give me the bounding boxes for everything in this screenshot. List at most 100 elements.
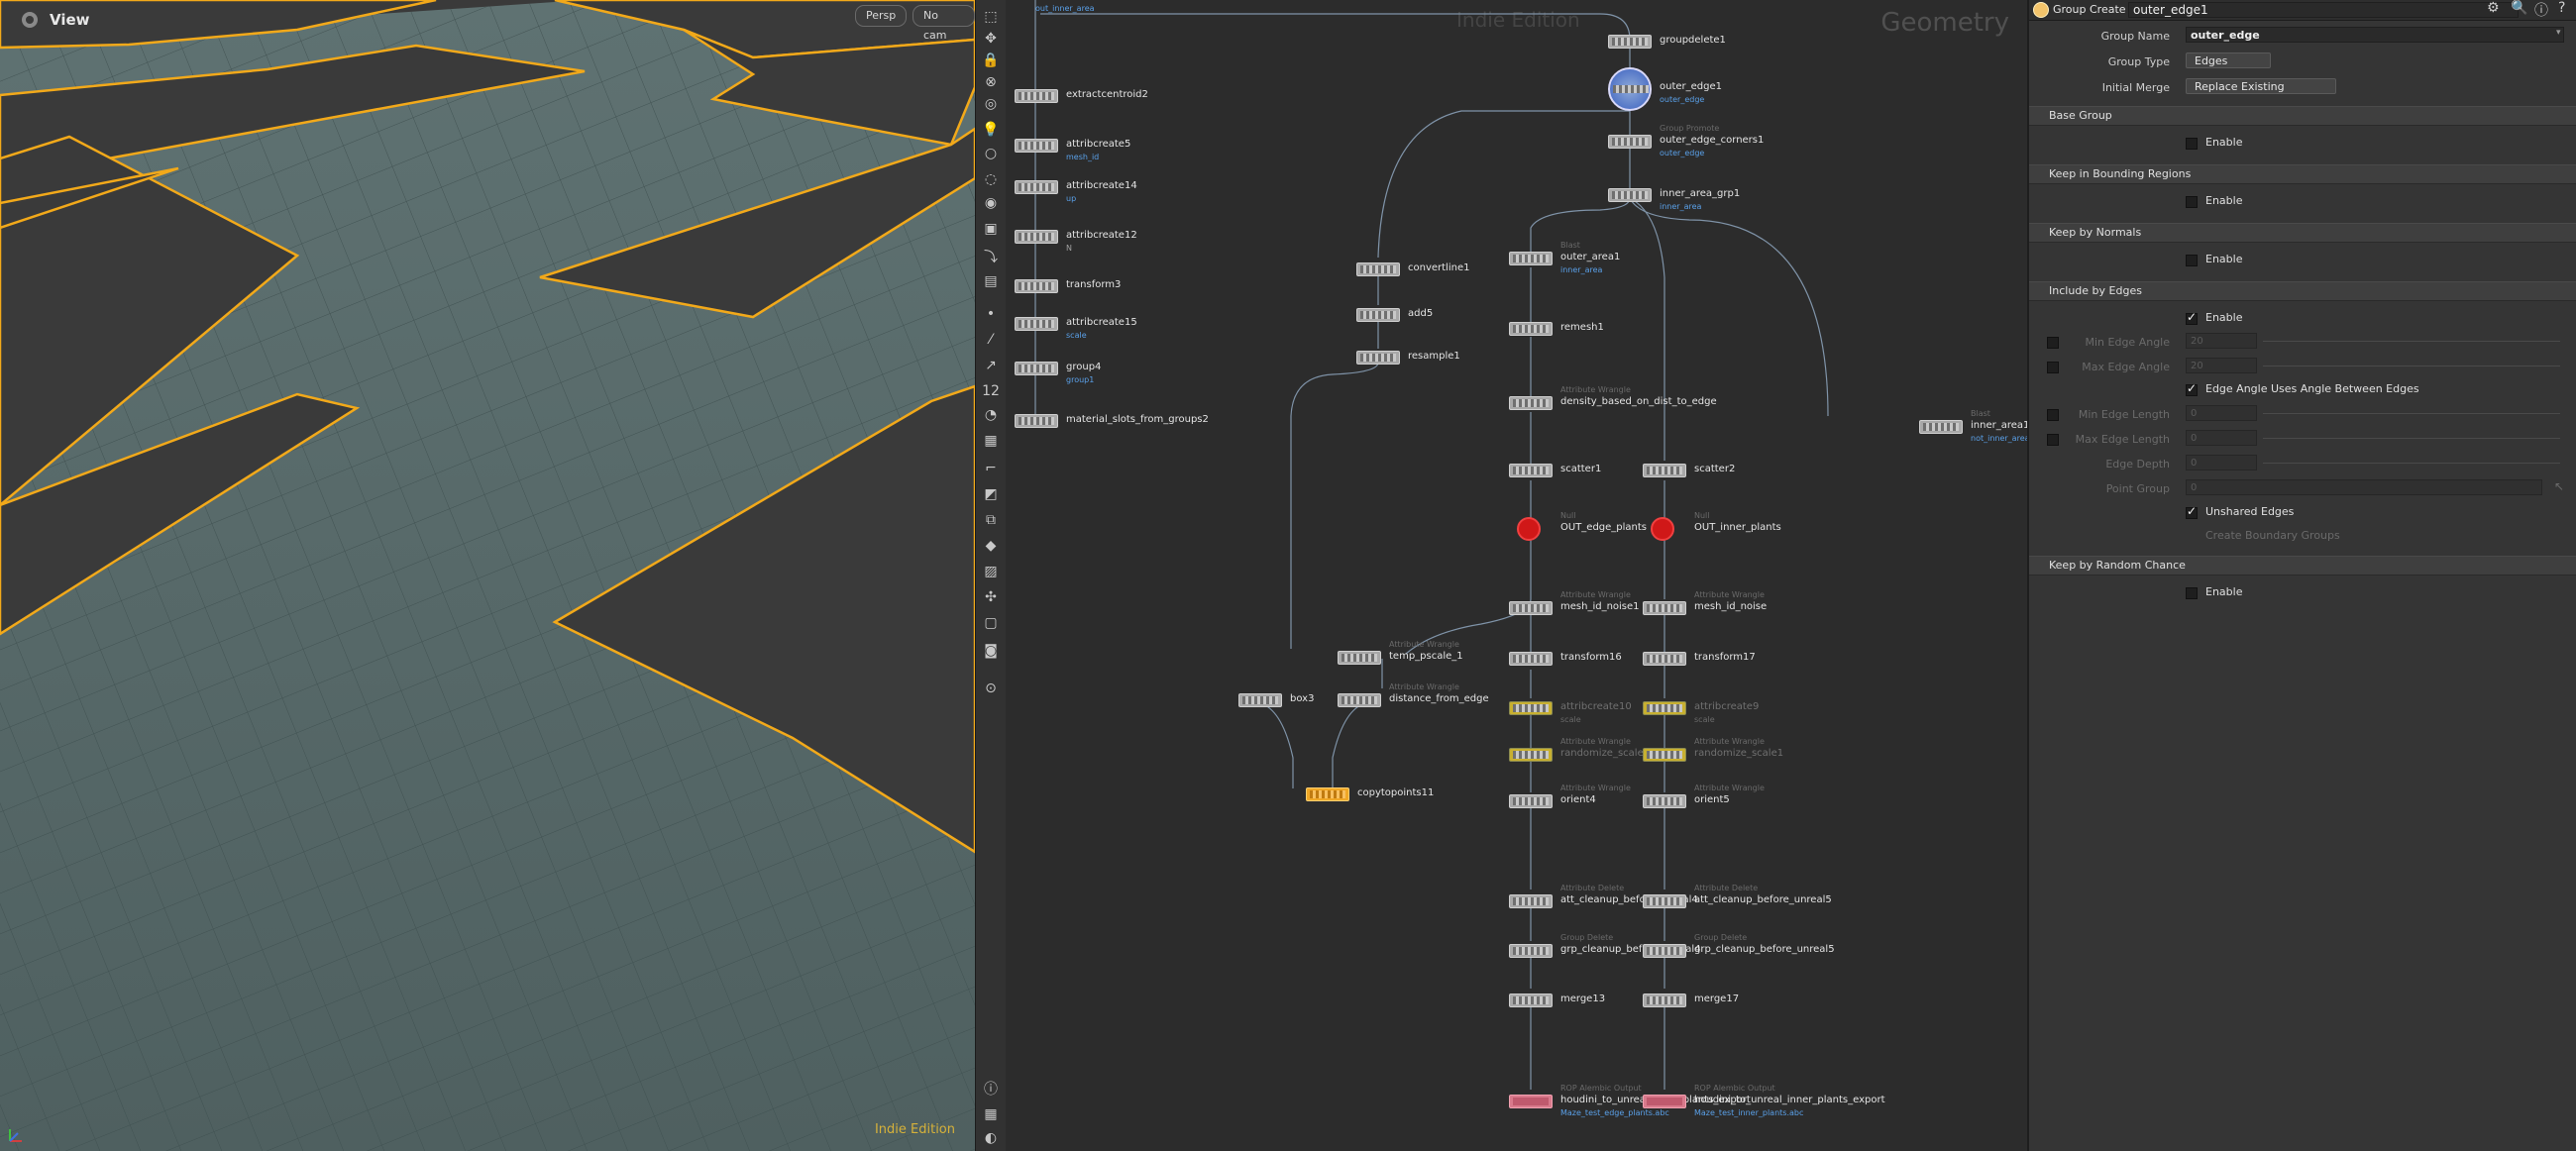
initial-merge-select[interactable]: Replace Existing [2186, 78, 2336, 94]
max-edge-angle-field[interactable]: 20 [2186, 358, 2257, 373]
node-body[interactable] [1356, 308, 1400, 322]
vector-display-icon[interactable]: ↗ [981, 357, 1001, 374]
camera-icon[interactable]: ▤ [981, 272, 1001, 290]
geometry-display-icon[interactable]: ◆ [981, 537, 1001, 555]
shading-icon[interactable]: ▣ [981, 220, 1001, 238]
node-body[interactable] [1509, 748, 1553, 762]
unshared-edges-checkbox[interactable] [2186, 504, 2198, 519]
info-icon[interactable]: ⓘ [981, 1080, 1001, 1098]
min-edge-length-slider[interactable] [2263, 413, 2560, 414]
node-body[interactable] [1338, 651, 1381, 665]
node-body[interactable] [1356, 351, 1400, 365]
help-icon[interactable]: ⓘ [2534, 0, 2548, 20]
folder-keep-random[interactable]: Keep by Random Chance [2029, 556, 2576, 576]
group-type-select[interactable]: Edges [2186, 52, 2271, 68]
bulb-icon[interactable]: 💡 [981, 121, 1001, 139]
node-body[interactable] [1509, 322, 1553, 336]
folder-include-edges[interactable]: Include by Edges [2029, 281, 2576, 301]
render-region-icon[interactable]: ⊙ [981, 680, 1001, 697]
node-body[interactable] [1509, 1095, 1553, 1108]
flipbook-icon[interactable]: ◙ [981, 642, 1001, 660]
node-body[interactable] [1015, 139, 1058, 153]
magnet-icon[interactable]: ⊗ [981, 73, 1001, 91]
null-node-icon[interactable] [1517, 517, 1541, 541]
node-body[interactable] [1643, 1095, 1686, 1108]
folder-keep-bounding[interactable]: Keep in Bounding Regions [2029, 164, 2576, 184]
edge-depth-slider[interactable] [2263, 463, 2560, 464]
folder-base-group[interactable]: Base Group [2029, 106, 2576, 126]
node-name-field[interactable]: outer_edge1 [2128, 2, 2519, 18]
image-display-icon[interactable]: ▨ [981, 563, 1001, 580]
point-group-field[interactable]: 0 [2186, 479, 2542, 495]
visibility-icon[interactable]: ◔ [981, 406, 1001, 424]
node-body[interactable] [1643, 944, 1686, 958]
snap-icon[interactable]: ✥ [981, 30, 1001, 48]
gear-icon[interactable]: ⚙ [2487, 0, 2500, 16]
min-edge-length-field[interactable]: 0 [2186, 405, 2257, 421]
base-group-enable-checkbox[interactable] [2186, 138, 2198, 150]
node-body[interactable] [1509, 894, 1553, 908]
node-body[interactable] [1238, 693, 1282, 707]
node-body[interactable] [1306, 787, 1349, 801]
node-body[interactable] [1919, 420, 1963, 434]
camera-mode-button[interactable]: Persp [855, 5, 908, 27]
search-icon[interactable]: 🔍 [2511, 0, 2527, 16]
spot-light-icon[interactable]: ◉ [981, 194, 1001, 212]
keep-random-enable-checkbox[interactable] [2186, 587, 2198, 599]
node-body[interactable] [1509, 601, 1553, 615]
node-body[interactable] [1015, 414, 1058, 428]
node-body[interactable] [1643, 794, 1686, 808]
node-body[interactable] [1643, 748, 1686, 762]
node-body[interactable] [1015, 230, 1058, 244]
node-body[interactable] [1643, 601, 1686, 615]
template-icon[interactable]: ◩ [981, 485, 1001, 503]
node-body[interactable] [1608, 135, 1652, 149]
node-body[interactable] [1509, 944, 1553, 958]
node-body[interactable] [1608, 188, 1652, 202]
point-number-icon[interactable]: 12 [981, 382, 1001, 400]
node-body[interactable] [1015, 362, 1058, 375]
max-edge-length-slider[interactable] [2263, 438, 2560, 439]
node-body[interactable] [1509, 994, 1553, 1007]
include-edges-enable-checkbox[interactable] [2186, 310, 2198, 325]
min-edge-angle-slider[interactable] [2263, 341, 2560, 342]
max-edge-length-field[interactable]: 0 [2186, 430, 2257, 446]
background-icon[interactable]: ▦ [981, 432, 1001, 450]
ghost-icon[interactable]: ○ [981, 145, 1001, 162]
question-icon[interactable]: ? [2558, 0, 2565, 16]
light-icon[interactable]: ◎ [981, 95, 1001, 113]
keep-normals-enable-checkbox[interactable] [2186, 255, 2198, 266]
min-edge-angle-field[interactable]: 20 [2186, 333, 2257, 349]
group-name-input[interactable]: outer_edge [2186, 27, 2564, 43]
node-body[interactable] [1015, 180, 1058, 194]
camera-select-button[interactable]: No cam [912, 5, 975, 42]
visibility-toggle-icon[interactable]: ◐ [981, 1129, 1001, 1147]
viewport-scene[interactable] [0, 0, 975, 1151]
edge-depth-field[interactable]: 0 [2186, 455, 2257, 471]
node-body[interactable] [1608, 35, 1652, 49]
create-boundary-label[interactable]: Create Boundary Groups [2205, 529, 2340, 542]
node-body[interactable] [1509, 701, 1553, 715]
edge-angle-between-checkbox[interactable] [2186, 381, 2198, 396]
null-node-icon[interactable] [1651, 517, 1674, 541]
chevron-down-icon[interactable]: ▾ [2556, 28, 2561, 38]
node-body[interactable] [1015, 89, 1058, 103]
keep-bounding-enable-checkbox[interactable] [2186, 196, 2198, 208]
node-body[interactable] [1509, 652, 1553, 666]
node-body[interactable] [1608, 67, 1652, 111]
node-body[interactable] [1509, 464, 1553, 477]
node-body[interactable] [1509, 252, 1553, 265]
wire-icon[interactable]: ⤵ [981, 248, 1001, 265]
network-editor[interactable]: Indie Edition Geometry out_inner_area ex… [1006, 0, 2027, 1151]
frame-icon[interactable]: ▢ [981, 614, 1001, 632]
transform-icon[interactable]: ✣ [981, 588, 1001, 606]
folder-keep-normals[interactable]: Keep by Normals [2029, 223, 2576, 243]
select-arrow-icon[interactable]: ↖ [2554, 479, 2564, 493]
node-body[interactable] [1015, 317, 1058, 331]
lock-icon[interactable]: 🔒 [981, 52, 1001, 69]
scene-viewport[interactable]: View Persp No cam Indie Edition [0, 0, 975, 1151]
node-body[interactable] [1509, 396, 1553, 410]
layout-grid-icon[interactable]: ▦ [981, 1105, 1001, 1123]
node-body[interactable] [1643, 994, 1686, 1007]
node-body[interactable] [1509, 794, 1553, 808]
